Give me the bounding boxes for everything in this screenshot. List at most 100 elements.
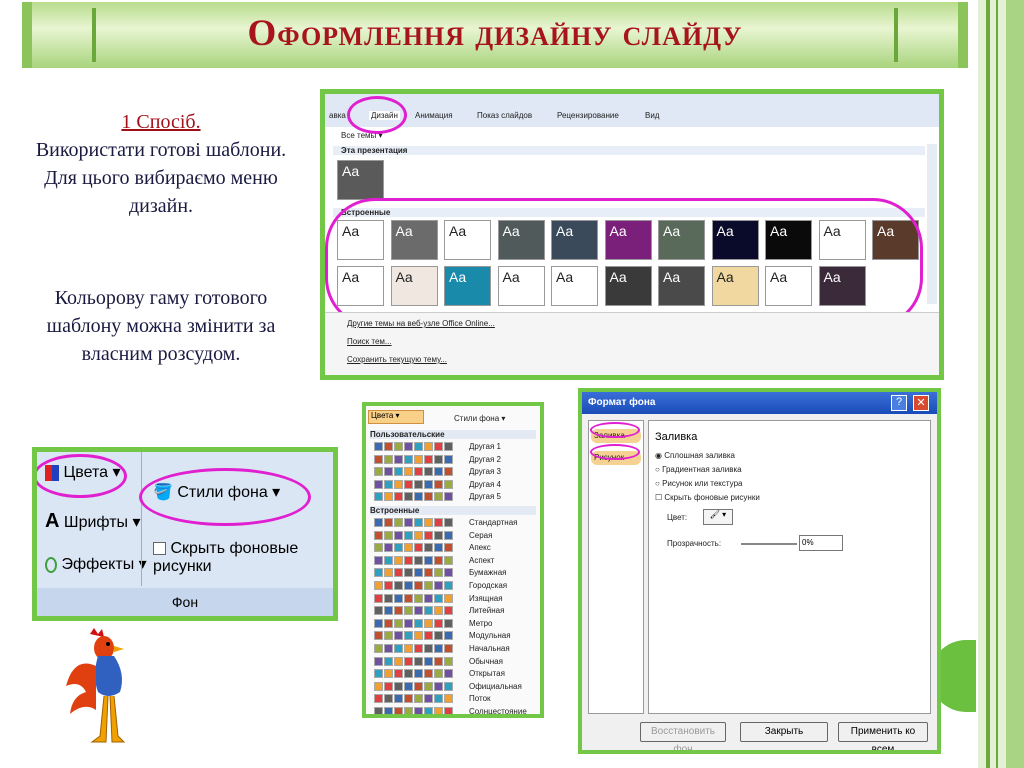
right-stripe — [1006, 0, 1024, 768]
background-group: Цвета ▾ A Шрифты ▾ Эффекты ▾ 🪣 Стили фон… — [32, 447, 338, 621]
palette-name: Серая — [469, 530, 493, 540]
palette-row[interactable] — [374, 543, 453, 553]
close-icon[interactable]: ✕ — [913, 395, 929, 411]
colors-menu: Цвета ▾ Стили фона ▾ Пользовательские Др… — [362, 402, 544, 718]
user-header: Пользовательские — [370, 430, 536, 439]
palette-name: Открытая — [469, 669, 505, 679]
transparency-label: Прозрачность: — [667, 539, 722, 548]
palette-name: Обычная — [469, 656, 503, 666]
effects-button[interactable]: Эффекты ▾ — [45, 554, 147, 574]
rooster-image — [66, 628, 126, 743]
palette-row[interactable] — [374, 669, 453, 679]
palette-row[interactable] — [374, 707, 453, 714]
this-presentation-header: Эта презентация — [333, 146, 925, 155]
hide-bg-checkbox[interactable]: Скрыть фоновые рисунки — [153, 540, 333, 576]
save-theme-link[interactable]: Сохранить текущую тему... — [347, 355, 447, 364]
highlight-picture — [590, 444, 640, 460]
tab-review[interactable]: Рецензирование — [557, 111, 619, 120]
palette-name: Другая 1 — [469, 442, 501, 451]
palette-name: Другая 2 — [469, 454, 501, 464]
palette-name: Начальная — [469, 644, 510, 653]
tab-insert[interactable]: авка — [329, 111, 346, 120]
palette-row[interactable] — [374, 568, 453, 578]
palette-name: Солнцестояние — [469, 707, 527, 716]
palette-row[interactable] — [374, 581, 453, 590]
theme-current[interactable]: Aa — [337, 160, 384, 200]
font-icon: A — [45, 510, 60, 532]
all-themes-dropdown[interactable]: Все темы ▾ — [341, 131, 383, 140]
palette-row[interactable] — [374, 631, 453, 641]
hide-bg-check[interactable]: ☐ Скрыть фоновые рисунки — [655, 493, 760, 502]
browse-themes-link[interactable]: Поиск тем... — [347, 337, 392, 346]
more-themes-link[interactable]: Другие темы на веб-узле Office Online... — [347, 319, 495, 328]
dialog-sidebar: Заливка Рисунок — [588, 420, 644, 714]
highlight-colors — [37, 454, 127, 498]
palette-row[interactable] — [374, 593, 453, 603]
method-heading: 1 Спосіб. — [121, 111, 201, 133]
palette-name: Изящная — [469, 593, 503, 603]
colors-dropdown-btn[interactable]: Цвета ▾ — [368, 410, 424, 424]
palette-row[interactable] — [374, 618, 453, 628]
highlight-styles — [139, 468, 311, 526]
styles-dropdown-btn[interactable]: Стили фона ▾ — [454, 414, 505, 423]
tab-view[interactable]: Вид — [645, 111, 659, 120]
apply-all-button[interactable]: Применить ко всем — [838, 722, 928, 750]
palette-row[interactable] — [374, 530, 453, 540]
restore-button[interactable]: Восстановить фон — [640, 722, 726, 750]
palette-row[interactable] — [374, 518, 453, 527]
palette-name: Литейная — [469, 606, 505, 616]
effects-icon — [45, 556, 57, 573]
color-text: Кольорову гаму готового шаблону можна зм… — [46, 287, 276, 365]
palette-name: Другая 4 — [469, 479, 501, 489]
transparency-value[interactable]: 0% — [799, 535, 843, 551]
palette-row[interactable] — [374, 454, 453, 464]
theme-scrollbar[interactable] — [927, 144, 937, 304]
method-description: Використати готові шаблони. Для цього ви… — [35, 139, 287, 217]
color-picker[interactable]: 🖌 ▾ — [703, 509, 733, 525]
dialog-content: Заливка ◉ Сплошная заливка ○ Градиентная… — [648, 420, 931, 714]
palette-name: Модульная — [469, 631, 511, 641]
palette-name: Бумажная — [469, 568, 507, 578]
palette-row[interactable] — [374, 479, 453, 489]
page-title: Оформлення дизайну слайду — [247, 13, 743, 54]
themes-menu: Другие темы на веб-узле Office Online...… — [325, 312, 939, 375]
dialog-title: Формат фона — [582, 392, 937, 414]
format-bg-dialog: Формат фона ? ✕ Заливка Рисунок Заливка … — [578, 388, 941, 754]
palette-name: Метро — [469, 618, 493, 628]
palette-name: Апекс — [469, 543, 491, 553]
transparency-slider[interactable] — [741, 543, 797, 545]
palette-row[interactable] — [374, 492, 453, 502]
ribbon-tabs: авка Дизайн Анимация Показ слайдов Рецен… — [325, 94, 939, 127]
method-text: 1 Спосіб. Використати готові шаблони. Дл… — [30, 108, 292, 220]
palette-name: Другая 3 — [469, 467, 501, 477]
tab-slideshow[interactable]: Показ слайдов — [477, 111, 532, 120]
palette-row[interactable] — [374, 555, 453, 565]
palette-row[interactable] — [374, 656, 453, 666]
themes-gallery: авка Дизайн Анимация Показ слайдов Рецен… — [320, 89, 944, 380]
palette-row[interactable] — [374, 606, 453, 616]
palette-row[interactable] — [374, 644, 453, 653]
color-label: Цвет: — [667, 513, 688, 522]
palette-name: Стандартная — [469, 518, 518, 527]
right-stripe — [986, 0, 990, 768]
right-stripe — [996, 0, 998, 768]
option-picture[interactable]: ○ Рисунок или текстура — [655, 479, 742, 488]
palette-name: Городская — [469, 581, 508, 590]
palette-name: Официальная — [469, 681, 522, 691]
highlight-fill — [590, 422, 640, 438]
builtin-palettes-header: Встроенные — [370, 506, 536, 515]
palette-name: Другая 5 — [469, 492, 501, 502]
fonts-button[interactable]: A Шрифты ▾ — [45, 510, 141, 533]
palette-row[interactable] — [374, 467, 453, 477]
highlight-design-tab — [347, 96, 407, 134]
title-banner: Оформлення дизайну слайду — [22, 2, 968, 68]
help-icon[interactable]: ? — [891, 395, 907, 411]
palette-name: Поток — [469, 694, 491, 704]
group-label: Фон — [37, 588, 333, 616]
tab-animation[interactable]: Анимация — [415, 111, 453, 120]
palette-row[interactable] — [374, 694, 453, 704]
palette-row[interactable] — [374, 442, 453, 451]
checkmarks — [657, 435, 697, 475]
palette-row[interactable] — [374, 681, 453, 691]
close-button[interactable]: Закрыть — [740, 722, 828, 742]
